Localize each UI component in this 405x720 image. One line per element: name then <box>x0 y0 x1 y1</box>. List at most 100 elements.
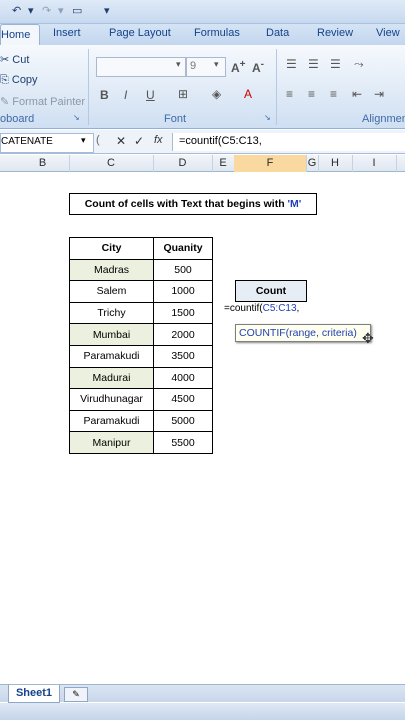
city-cell[interactable]: Salem <box>69 280 154 303</box>
city-quantity-table: City Quanity Madras 500 Salem 1000 Trichy 1… <box>69 237 213 454</box>
print-preview-icon[interactable]: ▭ <box>72 4 82 17</box>
quantity-cell[interactable]: 5500 <box>153 431 213 454</box>
tab-home[interactable]: Home <box>0 24 40 46</box>
font-launcher-icon[interactable]: ↘ <box>264 113 271 122</box>
enter-icon[interactable]: ✓ <box>134 134 144 148</box>
table-row: Trichy 1500 <box>69 301 213 325</box>
tab-view[interactable]: View <box>376 27 400 39</box>
bold-button[interactable]: B <box>100 88 109 102</box>
copy-button[interactable]: ⎘ Copy <box>0 74 38 87</box>
undo-icon[interactable]: ↶ <box>12 4 21 17</box>
increase-indent-icon[interactable]: ⇥ <box>374 87 384 101</box>
column-header-h[interactable]: H <box>318 155 353 172</box>
tab-formulas[interactable]: Formulas <box>194 27 240 39</box>
quantity-cell[interactable]: 4000 <box>153 366 213 390</box>
scissors-icon: ✂ <box>0 54 10 66</box>
underline-button[interactable]: U <box>146 88 155 102</box>
align-left-icon[interactable]: ≡ <box>286 87 293 101</box>
align-center-icon[interactable]: ≡ <box>308 87 315 101</box>
quantity-cell[interactable]: 1500 <box>153 301 213 325</box>
city-cell[interactable]: Mumbai <box>69 323 154 346</box>
column-header-b[interactable]: B <box>0 155 70 172</box>
font-name-dropdown-icon[interactable]: ▾ <box>176 59 181 70</box>
formula-input[interactable]: =countif(C5:C13, <box>172 133 405 151</box>
align-top-icon[interactable]: ☰ <box>286 57 297 71</box>
insert-function-icon[interactable]: fx <box>154 134 163 146</box>
undo-dropdown-icon[interactable]: ▾ <box>28 4 34 17</box>
quantity-cell[interactable]: 5000 <box>153 409 213 433</box>
font-size-select[interactable]: 9 <box>186 57 226 77</box>
city-cell[interactable]: Virudhunagar <box>69 388 154 411</box>
grow-font-button[interactable]: A+ <box>231 59 246 75</box>
quick-access-toolbar: ↶ ▾ ↷ ▾ ▭ ▾ <box>0 0 405 24</box>
decrease-indent-icon[interactable]: ⇤ <box>352 87 362 101</box>
alignment-group-title: Alignmen <box>362 113 405 125</box>
font-color-icon[interactable]: A <box>244 87 252 101</box>
paintbrush-icon: ✎ <box>0 96 10 108</box>
font-name-select[interactable] <box>96 57 186 77</box>
function-tooltip: COUNTIF(range, criteria) <box>235 324 371 342</box>
quantity-cell[interactable]: 2000 <box>153 323 213 346</box>
quantity-cell[interactable]: 4500 <box>153 388 213 411</box>
orientation-icon[interactable]: ⤳ <box>354 57 364 72</box>
table-row: Paramakudi 3500 <box>69 344 213 368</box>
redo-icon[interactable]: ↷ <box>42 4 51 17</box>
group-separator <box>276 49 277 125</box>
quantity-cell[interactable]: 1000 <box>153 280 213 303</box>
city-header[interactable]: City <box>69 237 154 260</box>
sheet-tab-bar: Sheet1 ✎ <box>0 684 405 703</box>
redo-dropdown-icon[interactable]: ▾ <box>58 4 64 17</box>
customize-toolbar-icon[interactable]: ▾ <box>104 4 110 17</box>
count-formula-cell[interactable]: =countif(C5:C13, <box>224 303 324 321</box>
cut-button[interactable]: ✂ Cut <box>0 53 29 66</box>
column-header-e[interactable]: E <box>212 155 235 172</box>
count-label-cell[interactable]: Count <box>235 280 307 302</box>
clipboard-group-title: oboard <box>0 113 35 125</box>
cancel-icon[interactable]: ✕ <box>116 134 126 148</box>
city-cell[interactable]: Manipur <box>69 431 154 454</box>
column-header-f[interactable]: F <box>234 155 307 172</box>
font-group-title: Font <box>164 113 187 125</box>
city-cell[interactable]: Trichy <box>69 301 154 325</box>
quantity-cell[interactable]: 3500 <box>153 344 213 368</box>
column-header-d[interactable]: D <box>153 155 213 172</box>
insert-sheet-icon[interactable]: ✎ <box>64 687 88 702</box>
table-row: Virudhunagar 4500 <box>69 388 213 411</box>
tab-page-layout[interactable]: Page Layout <box>109 27 171 39</box>
tab-data[interactable]: Data <box>266 27 289 39</box>
clipboard-launcher-icon[interactable]: ↘ <box>73 113 80 122</box>
column-header-c[interactable]: C <box>69 155 154 172</box>
city-cell[interactable]: Paramakudi <box>69 344 154 368</box>
font-size-dropdown-icon[interactable]: ▾ <box>214 59 219 70</box>
sheet-title-cell[interactable]: Count of cells with Text that begins wit… <box>69 193 317 215</box>
name-box-dropdown-icon[interactable]: ▾ <box>81 135 86 146</box>
align-bottom-icon[interactable]: ☰ <box>330 57 341 71</box>
tab-insert[interactable]: Insert <box>53 27 81 39</box>
align-right-icon[interactable]: ≡ <box>330 87 337 101</box>
ribbon-tabs: Home Insert Page Layout Formulas Data Re… <box>0 24 405 46</box>
quantity-cell[interactable]: 500 <box>153 258 213 282</box>
quantity-header[interactable]: Quanity <box>153 237 213 260</box>
name-box[interactable]: CATENATE ▾ <box>0 133 94 153</box>
table-row: Madras 500 <box>69 258 213 282</box>
column-header-i[interactable]: I <box>352 155 397 172</box>
city-cell[interactable]: Madras <box>69 258 154 282</box>
table-row: Mumbai 2000 <box>69 323 213 346</box>
sheet-tab-sheet1[interactable]: Sheet1 <box>8 685 60 703</box>
table-row: Manipur 5500 <box>69 431 213 454</box>
column-header-bar: B C D E F G H I <box>0 155 405 172</box>
shrink-font-button[interactable]: A- <box>252 59 264 75</box>
group-separator <box>88 49 89 125</box>
borders-icon[interactable]: ⊞ <box>178 87 188 101</box>
city-cell[interactable]: Paramakudi <box>69 409 154 433</box>
format-painter-button[interactable]: ✎ Format Painter <box>0 95 85 108</box>
status-bar <box>0 703 405 720</box>
align-middle-icon[interactable]: ☰ <box>308 57 319 71</box>
fill-color-icon[interactable]: ◈ <box>212 87 221 101</box>
ribbon: ✂ Cut ⎘ Copy ✎ Format Painter oboard ↘ ▾… <box>0 45 405 129</box>
city-cell[interactable]: Madurai <box>69 366 154 390</box>
formula-bar-splitter[interactable]: ( <box>96 134 100 146</box>
tab-review[interactable]: Review <box>317 27 353 39</box>
italic-button[interactable]: I <box>124 88 127 102</box>
formula-bar: CATENATE ▾ ( ✕ ✓ fx =countif(C5:C13, <box>0 130 405 154</box>
